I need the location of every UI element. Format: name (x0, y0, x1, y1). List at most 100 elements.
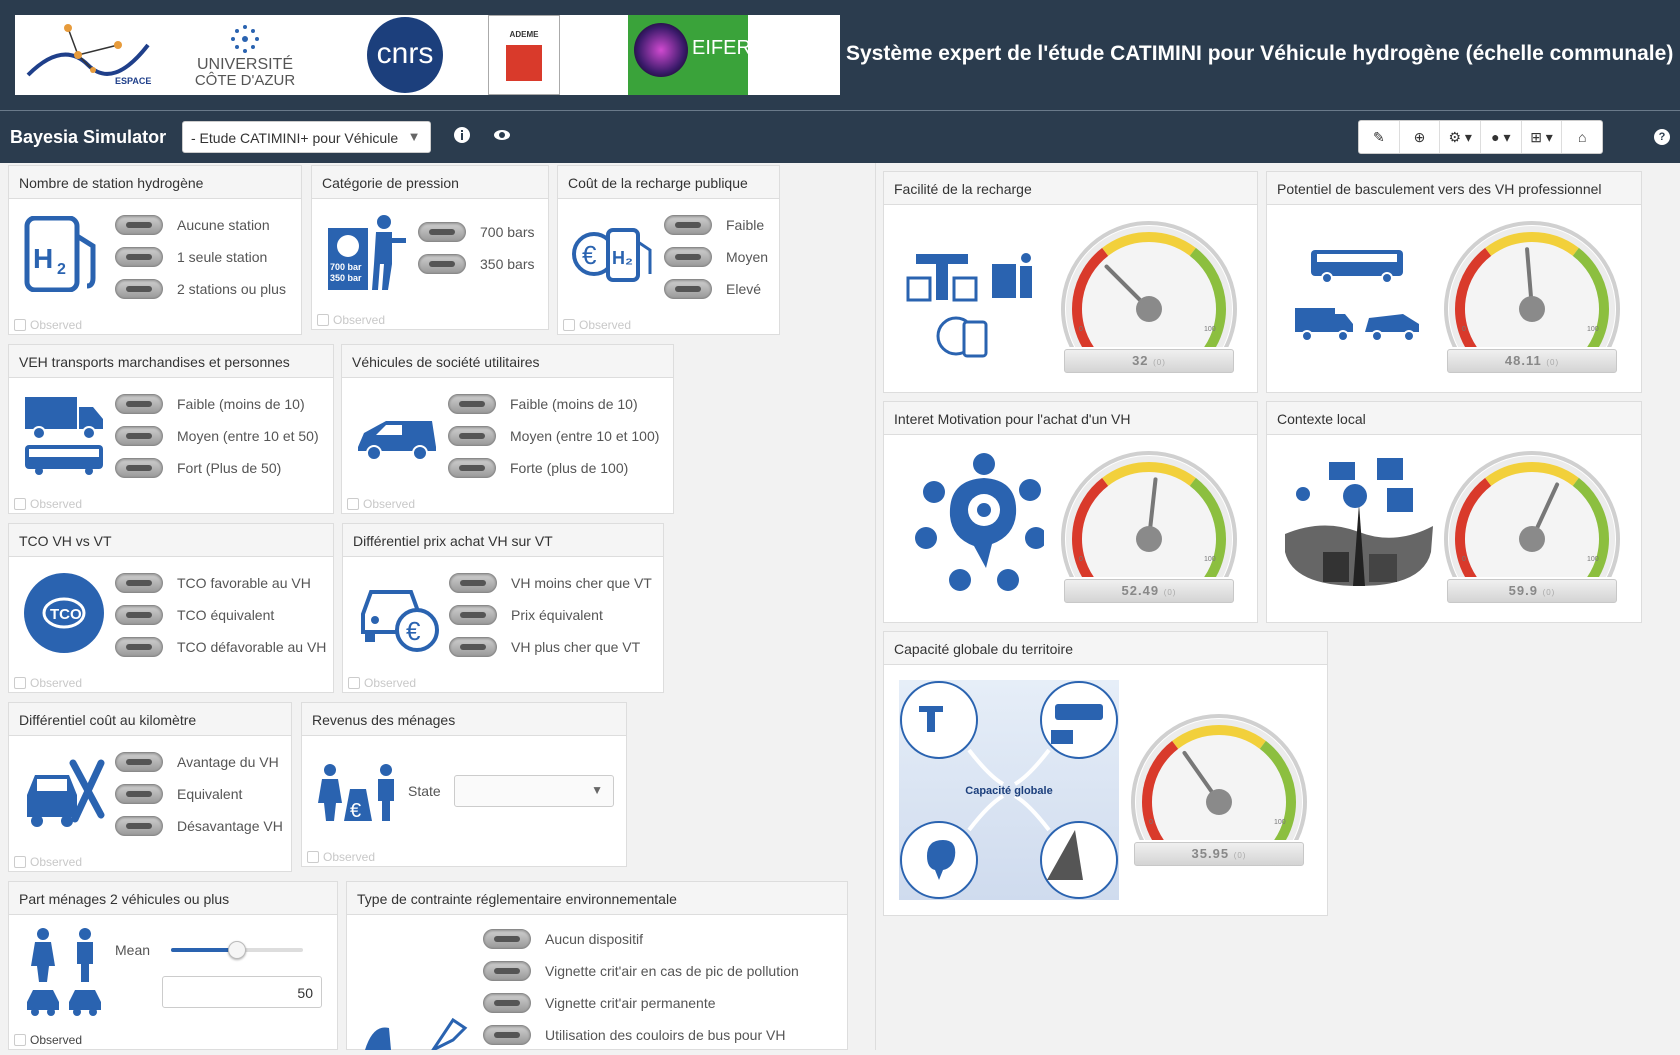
toggle-switch[interactable] (664, 215, 712, 235)
observed-checkbox[interactable]: Observed (14, 497, 82, 511)
option-vh-moins-cher[interactable]: VH moins cher que VT (449, 568, 652, 598)
option-aucune-station[interactable]: Aucune station (115, 210, 270, 240)
option-tco-equivalent[interactable]: TCO équivalent (115, 600, 274, 630)
gauge-value-sub: (0) (1546, 358, 1560, 367)
option-avantage-vh[interactable]: Avantage du VH (115, 747, 279, 777)
option-2-stations[interactable]: 2 stations ou plus (115, 274, 286, 304)
observed-checkbox[interactable]: Observed (347, 497, 415, 511)
mean-slider[interactable] (171, 941, 303, 959)
gauge-value: 32 (0) (1064, 349, 1234, 373)
toggle-switch[interactable] (449, 573, 497, 593)
observed-checkbox[interactable]: Observed (317, 313, 385, 327)
panel-vehicules-societe: Véhicules de société utilitaires Faible … (341, 344, 674, 514)
option-eleve[interactable]: Elevé (664, 274, 761, 304)
toggle-switch[interactable] (448, 426, 496, 446)
eraser-button[interactable]: ✎ (1359, 121, 1400, 153)
toggle-switch[interactable] (115, 637, 163, 657)
option-vignette-pic[interactable]: Vignette crit'air en cas de pic de pollu… (483, 956, 799, 986)
euro-hydrogen-icon: € H₂ (572, 224, 656, 289)
option-350-bars[interactable]: 350 bars (418, 249, 534, 279)
toggle-switch[interactable] (483, 1025, 531, 1045)
toggle-switch[interactable] (115, 215, 163, 235)
option-fort[interactable]: Fort (Plus de 50) (115, 453, 281, 483)
slider-thumb[interactable] (228, 941, 246, 959)
mean-input[interactable]: 50 (162, 976, 322, 1008)
toggle-switch[interactable] (483, 961, 531, 981)
model-select[interactable]: - Etude CATIMINI+ pour Véhicule ▼ (182, 121, 431, 153)
professional-vehicles-icon (1293, 244, 1423, 359)
gauge-max-label: 100 (1587, 326, 1599, 333)
observed-checkbox[interactable]: Observed (348, 676, 416, 690)
toggle-switch[interactable] (115, 279, 163, 299)
toggle-switch[interactable] (448, 394, 496, 414)
option-couloirs-bus[interactable]: Utilisation des couloirs de bus pour VH (483, 1020, 785, 1050)
option-moyen[interactable]: Moyen (entre 10 et 50) (115, 421, 319, 451)
toggle-switch[interactable] (449, 637, 497, 657)
observed-checkbox[interactable]: Observed (14, 855, 82, 869)
observed-checkbox[interactable]: Observed (14, 318, 82, 332)
toggle-switch[interactable] (115, 573, 163, 593)
toggle-switch[interactable] (418, 222, 466, 242)
universite-cote-azur-logo: UNIVERSITÉ CÔTE D'AZUR (160, 15, 330, 95)
gauge-value: 35.95 (0) (1134, 842, 1304, 866)
panel-title: Type de contrainte réglementaire environ… (347, 882, 847, 915)
gauge-value-text: 52.49 (1121, 583, 1164, 598)
toggle-switch[interactable] (115, 816, 163, 836)
option-forte[interactable]: Forte (plus de 100) (448, 453, 628, 483)
option-700-bars[interactable]: 700 bars (418, 217, 534, 247)
toggle-switch[interactable] (483, 993, 531, 1013)
toggle-switch[interactable] (664, 279, 712, 299)
toggle-switch[interactable] (115, 784, 163, 804)
toggle-switch[interactable] (449, 605, 497, 625)
toggle-switch[interactable] (115, 752, 163, 772)
toggle-switch[interactable] (483, 929, 531, 949)
observed-checkbox[interactable]: Observed (14, 676, 82, 690)
option-tco-favorable[interactable]: TCO favorable au VH (115, 568, 311, 598)
hierarchy-button[interactable]: ⊞ ▾ (1522, 121, 1563, 153)
observed-checkbox[interactable]: Observed (307, 850, 375, 864)
info-icon[interactable] (452, 126, 472, 146)
gauge-potentiel: 0 100 48.11 (0) (1442, 217, 1622, 387)
option-aucun-dispositif[interactable]: Aucun dispositif (483, 924, 643, 954)
gear-icon: ⚙ ▾ (1448, 129, 1472, 145)
svg-text:2: 2 (57, 261, 66, 278)
panel-veh-transports: VEH transports marchandises et personnes… (8, 344, 334, 514)
option-moyen[interactable]: Moyen (664, 242, 768, 272)
home-button[interactable]: ⌂ (1562, 121, 1602, 153)
option-vh-plus-cher[interactable]: VH plus cher que VT (449, 632, 640, 662)
toggle-switch[interactable] (115, 247, 163, 267)
option-vignette-permanente[interactable]: Vignette crit'air permanente (483, 988, 716, 1018)
option-faible[interactable]: Faible (moins de 10) (448, 389, 638, 419)
option-prix-equivalent[interactable]: Prix équivalent (449, 600, 603, 630)
toggle-switch[interactable] (115, 605, 163, 625)
header-banner: ESPACE UNIVERSITÉ CÔTE D'AZUR cnrs ADEME… (0, 0, 1680, 110)
panel-title: VEH transports marchandises et personnes (9, 345, 333, 378)
option-1-station[interactable]: 1 seule station (115, 242, 267, 272)
user-button[interactable]: ● ▾ (1481, 121, 1522, 153)
option-tco-defavorable[interactable]: TCO défavorable au VH (115, 632, 326, 662)
toggle-switch[interactable] (115, 426, 163, 446)
option-equivalent[interactable]: Equivalent (115, 779, 242, 809)
panel-title: Catégorie de pression (312, 166, 548, 199)
panel-title: Contexte local (1267, 402, 1641, 435)
add-button[interactable]: ⊕ (1400, 121, 1441, 153)
option-faible[interactable]: Faible (moins de 10) (115, 389, 305, 419)
settings-button[interactable]: ⚙ ▾ (1440, 121, 1482, 153)
home-icon: ⌂ (1577, 129, 1587, 145)
observed-checkbox[interactable]: Observed (14, 1033, 82, 1047)
option-faible[interactable]: Faible (664, 210, 764, 240)
panel-pression: Catégorie de pression 700 bar 350 bar 700… (311, 165, 549, 330)
toggle-switch[interactable] (115, 394, 163, 414)
state-select[interactable]: ▼ (454, 775, 614, 807)
gauge-hub (1519, 296, 1545, 322)
toggle-switch[interactable] (418, 254, 466, 274)
toggle-switch[interactable] (115, 458, 163, 478)
motivation-icon (904, 452, 1047, 607)
toggle-switch[interactable] (664, 247, 712, 267)
option-desavantage-vh[interactable]: Désavantage VH (115, 811, 283, 841)
observed-checkbox[interactable]: Observed (563, 318, 631, 332)
option-moyen[interactable]: Moyen (entre 10 et 100) (448, 421, 659, 451)
help-icon[interactable]: ? (1654, 129, 1670, 145)
toggle-switch[interactable] (448, 458, 496, 478)
eye-icon[interactable] (492, 126, 512, 146)
